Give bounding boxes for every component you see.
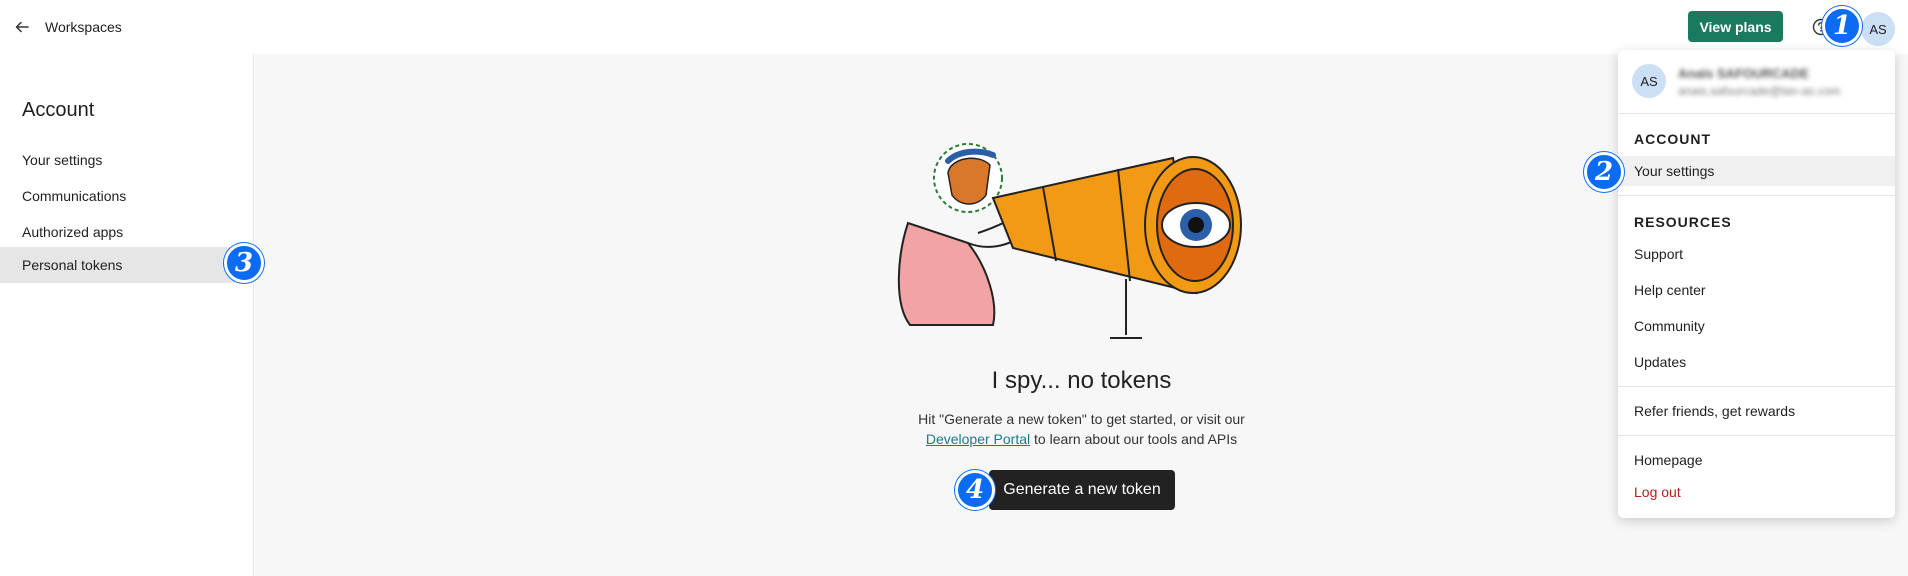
developer-portal-link[interactable]: Developer Portal xyxy=(926,431,1030,447)
user-email: anais.safourcade@lan-as.com xyxy=(1678,84,1841,98)
step-marker-2: 2 xyxy=(1584,152,1624,192)
dropdown-item-your-settings[interactable]: Your settings xyxy=(1618,156,1895,186)
user-name: Anaïs SAFOURCADE xyxy=(1678,66,1809,81)
view-plans-button[interactable]: View plans xyxy=(1688,11,1783,42)
divider xyxy=(1618,435,1895,436)
dropdown-item-logout[interactable]: Log out xyxy=(1618,477,1895,507)
dropdown-item-community[interactable]: Community xyxy=(1618,311,1895,341)
account-heading: ACCOUNT xyxy=(1634,131,1711,147)
top-bar: Workspaces View plans AS xyxy=(0,0,1908,54)
workspaces-link[interactable]: Workspaces xyxy=(45,19,122,35)
telescope-illustration xyxy=(897,143,1242,339)
arrow-left-icon[interactable] xyxy=(12,17,32,37)
sidebar-title: Account xyxy=(22,99,95,121)
resources-heading: RESOURCES xyxy=(1634,214,1732,230)
dropdown-item-help-center[interactable]: Help center xyxy=(1618,275,1895,305)
step-marker-4: 4 xyxy=(955,470,995,510)
sidebar-item-personal-tokens[interactable]: Personal tokens xyxy=(0,247,254,283)
sidebar-item-your-settings[interactable]: Your settings xyxy=(0,142,254,178)
sidebar: Account Your settings Communications Aut… xyxy=(0,54,254,576)
sidebar-item-authorized-apps[interactable]: Authorized apps xyxy=(0,214,254,250)
dropdown-item-updates[interactable]: Updates xyxy=(1618,347,1895,377)
step-marker-3: 3 xyxy=(224,243,264,283)
divider xyxy=(1618,113,1895,114)
divider xyxy=(1618,386,1895,387)
dropdown-item-homepage[interactable]: Homepage xyxy=(1618,445,1895,475)
generate-token-button[interactable]: Generate a new token xyxy=(989,470,1175,510)
sidebar-item-communications[interactable]: Communications xyxy=(0,178,254,214)
account-dropdown: AS Anaïs SAFOURCADE anais.safourcade@lan… xyxy=(1618,50,1895,518)
avatar[interactable]: AS xyxy=(1861,12,1895,46)
desc-text-before: Hit "Generate a new token" to get starte… xyxy=(918,411,1245,427)
divider xyxy=(1618,195,1895,196)
step-marker-1: 1 xyxy=(1822,6,1862,46)
desc-text-after: to learn about our tools and APIs xyxy=(1030,431,1238,447)
dropdown-item-referral[interactable]: Refer friends, get rewards xyxy=(1618,396,1895,426)
dropdown-item-support[interactable]: Support xyxy=(1618,239,1895,269)
dropdown-avatar: AS xyxy=(1632,64,1666,98)
